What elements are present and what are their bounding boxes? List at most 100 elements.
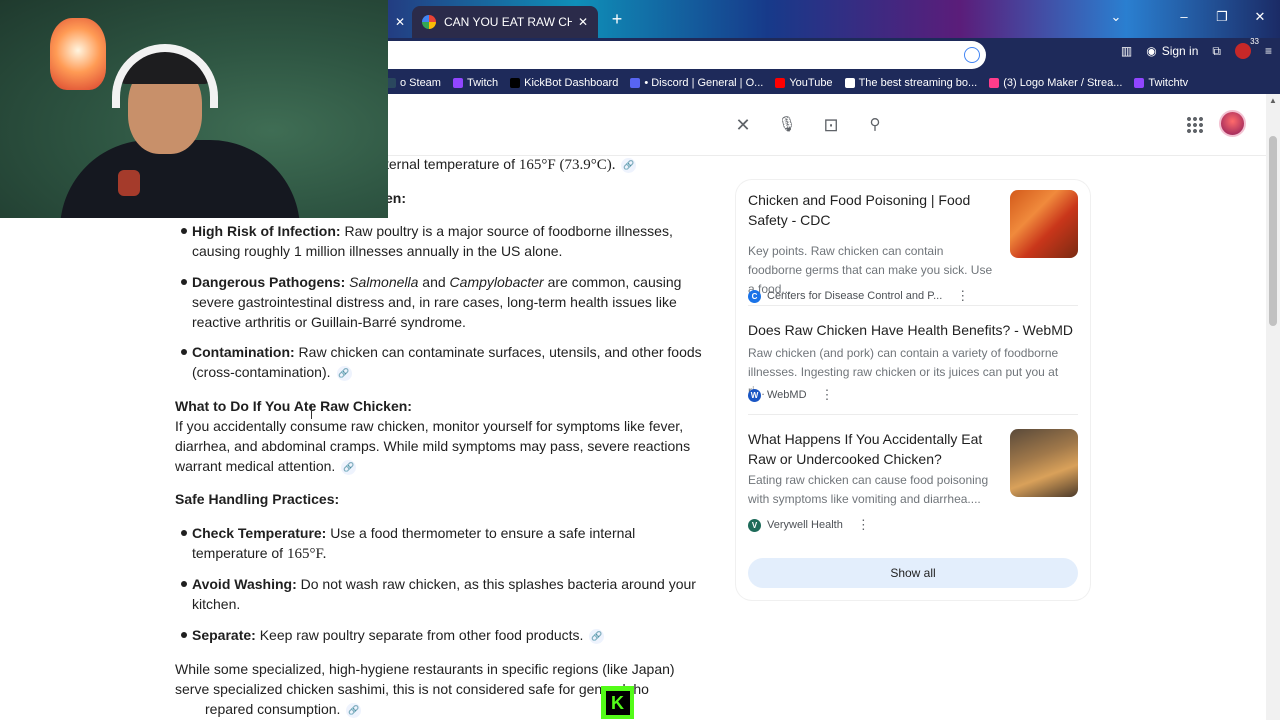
link-icon[interactable]: 🔗	[621, 158, 637, 173]
bookmark-favicon-icon	[775, 78, 786, 88]
source-title[interactable]: Does Raw Chicken Have Health Benefits? -…	[748, 320, 1078, 340]
search-icon[interactable]: ⚲	[862, 112, 888, 138]
bookmark-label: The best streaming bo...	[858, 77, 978, 89]
clear-search-icon[interactable]: ✕	[730, 112, 756, 138]
show-all-button[interactable]: Show all	[748, 558, 1078, 588]
extensions-icon[interactable]: ⧉	[1212, 44, 1221, 59]
bookmark-favicon-icon	[630, 78, 641, 88]
mic-icon[interactable]: 🎙	[774, 112, 800, 138]
bullet	[181, 632, 187, 638]
extension-badge-count: 33	[1250, 37, 1259, 46]
apps-grid-icon[interactable]	[1186, 116, 1204, 134]
bullet	[181, 349, 187, 355]
webmd-icon: W	[748, 388, 761, 402]
bullet	[181, 279, 187, 285]
bookmark-label: Twitchtv	[1148, 77, 1189, 89]
bookmark-item[interactable]: KickBot Dashboard	[510, 77, 618, 89]
menu-icon[interactable]: ≡	[1265, 44, 1272, 58]
divider	[748, 305, 1078, 306]
lens-icon[interactable]: ⊡	[818, 112, 844, 138]
bookmark-item[interactable]: (3) Logo Maker / Strea...	[989, 77, 1122, 89]
google-favicon-icon	[422, 15, 436, 29]
scrollbar-thumb[interactable]	[1269, 136, 1277, 326]
bullet	[181, 530, 187, 536]
safe-handling-heading: Safe Handling Practices:	[175, 491, 340, 507]
bullet	[181, 581, 187, 587]
bookmark-label: KickBot Dashboard	[524, 77, 619, 89]
close-tab-icon[interactable]: ✕	[388, 6, 412, 38]
verywell-icon: V	[748, 518, 761, 532]
more-options-icon[interactable]: ⋮	[857, 517, 870, 533]
tab-title: CAN YOU EAT RAW CHICKEN - G	[444, 15, 572, 29]
close-tab-icon[interactable]: ✕	[578, 15, 588, 29]
bookmark-favicon-icon	[452, 78, 463, 88]
minimize-button[interactable]: –	[1174, 9, 1194, 24]
text-cursor	[311, 405, 312, 419]
more-options-icon[interactable]: ⋮	[821, 387, 834, 403]
sign-in-label: Sign in	[1161, 44, 1199, 58]
temp-value: 165°F (73.9°C).	[518, 157, 616, 173]
source-site: W WebMD ⋮	[748, 387, 834, 403]
globe-icon	[964, 47, 980, 63]
source-card-3[interactable]: What Happens If You Accidentally Eat Raw…	[748, 429, 1078, 539]
bookmark-label: (3) Logo Maker / Strea...	[1003, 77, 1123, 89]
divider	[748, 414, 1078, 415]
bookmark-label: • Discord | General | O...	[644, 77, 764, 89]
bullet	[181, 228, 187, 234]
tab-search-chevron-icon[interactable]: ⌄	[1106, 9, 1126, 25]
sign-in-button[interactable]: ◉ Sign in	[1146, 44, 1198, 58]
more-options-icon[interactable]: ⋮	[956, 288, 969, 304]
what-to-do-text: If you accidentally consume raw chicken,…	[175, 418, 691, 475]
extension-badge-icon[interactable]: 33	[1234, 37, 1259, 59]
cdc-icon: C	[748, 289, 761, 303]
kick-logo: K	[601, 686, 634, 719]
new-tab-button[interactable]: +	[606, 8, 628, 30]
source-card-2[interactable]: Does Raw Chicken Have Health Benefits? -…	[748, 320, 1078, 410]
bookmark-favicon-icon	[989, 78, 1000, 88]
headphones-image	[112, 44, 218, 108]
source-snippet: Eating raw chicken can cause food poison…	[748, 473, 989, 506]
bookmark-item[interactable]: The best streaming bo...	[844, 77, 978, 89]
tab-active[interactable]: CAN YOU EAT RAW CHICKEN - G ✕	[412, 6, 598, 38]
scroll-up-icon[interactable]: ▲	[1269, 96, 1277, 105]
link-icon[interactable]: 🔗	[346, 703, 362, 718]
bookmark-item[interactable]: o Steam	[386, 77, 441, 89]
source-card-1[interactable]: Chicken and Food Poisoning | Food Safety…	[748, 190, 1078, 303]
bookmark-label: Twitch	[466, 77, 499, 89]
avatar[interactable]	[1219, 110, 1246, 137]
bookmark-item[interactable]: Twitchtv	[1134, 77, 1188, 89]
link-icon[interactable]: 🔗	[589, 629, 605, 644]
jersey-badge-image	[118, 170, 140, 196]
bookmark-item[interactable]: YouTube	[775, 77, 833, 89]
bookmark-favicon-icon	[844, 78, 855, 88]
library-icon[interactable]: ▥	[1121, 44, 1132, 58]
webcam-overlay	[0, 0, 388, 218]
practice-item-1: Check Temperature: Use a food thermomete…	[192, 525, 636, 562]
close-window-button[interactable]: ✕	[1250, 9, 1270, 25]
bookmark-label: YouTube	[789, 77, 833, 89]
source-site: V Verywell Health ⋮	[748, 517, 870, 533]
sources-panel: Chicken and Food Poisoning | Food Safety…	[736, 180, 1090, 600]
scrollbar[interactable]: ▲	[1266, 94, 1280, 720]
bookmark-item[interactable]: • Discord | General | O...	[630, 77, 763, 89]
link-icon[interactable]: 🔗	[336, 366, 352, 381]
risk-item-2: Dangerous Pathogens: Salmonella and Camp…	[192, 274, 682, 330]
source-site: C Centers for Disease Control and P... ⋮	[748, 288, 969, 304]
what-to-do-heading: What to Do If You Ate Raw Chicken:	[175, 398, 412, 414]
bookmark-favicon-icon	[1134, 78, 1145, 88]
source-thumbnail[interactable]	[1010, 190, 1078, 258]
address-bar[interactable]	[388, 41, 986, 69]
partial-line: ternal temperature of 165°F (73.9°C). 🔗	[385, 156, 637, 173]
source-title[interactable]: What Happens If You Accidentally Eat Raw…	[748, 429, 1006, 469]
lamp-image	[50, 18, 106, 90]
risk-item-3: Contamination: Raw chicken can contamina…	[192, 344, 702, 381]
link-icon[interactable]: 🔗	[341, 460, 357, 475]
bookmark-label: o Steam	[400, 77, 441, 89]
bookmark-item[interactable]: Twitch	[452, 77, 499, 89]
partial-heading: en:	[385, 190, 406, 206]
account-icon: ◉	[1146, 44, 1157, 58]
restore-button[interactable]: ❐	[1212, 9, 1232, 25]
source-thumbnail[interactable]	[1010, 429, 1078, 497]
risk-item-1: High Risk of Infection: Raw poultry is a…	[192, 223, 673, 259]
source-title[interactable]: Chicken and Food Poisoning | Food Safety…	[748, 190, 998, 230]
